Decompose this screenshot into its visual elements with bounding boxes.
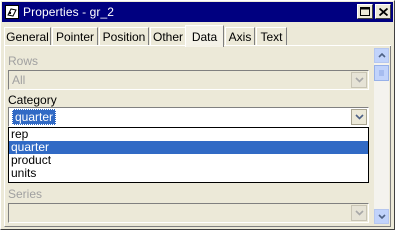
rows-dropdown-button[interactable] — [351, 72, 367, 88]
chevron-down-icon — [354, 77, 364, 83]
tab-strip: General Pointer Position Other Data Axis… — [4, 25, 390, 47]
tab-label: Text — [260, 30, 283, 44]
tab-general[interactable]: General — [4, 27, 51, 46]
tab-label: Axis — [228, 30, 252, 44]
category-value-field[interactable]: quarter — [9, 108, 350, 126]
category-options-list: rep quarter product units — [8, 127, 369, 183]
category-label: Category — [8, 93, 57, 107]
chevron-up-icon — [377, 53, 386, 58]
maximize-icon — [360, 7, 370, 16]
properties-window: Properties - gr_2 General Pointer Positi… — [0, 0, 395, 230]
rows-label: Rows — [8, 54, 39, 68]
category-dropdown[interactable]: quarter — [8, 107, 369, 127]
tab-label: Pointer — [55, 30, 95, 44]
tab-text[interactable]: Text — [256, 27, 287, 46]
category-option-quarter[interactable]: quarter — [9, 141, 368, 154]
category-dropdown-button[interactable] — [351, 109, 367, 125]
tab-other[interactable]: Other — [150, 27, 186, 46]
category-option-product[interactable]: product — [9, 154, 368, 167]
scroll-down-button[interactable] — [374, 209, 389, 224]
chevron-down-icon — [354, 114, 364, 120]
tab-label: General — [6, 30, 49, 44]
category-option-rep[interactable]: rep — [9, 128, 368, 141]
scroll-thumb[interactable] — [374, 65, 389, 81]
chevron-down-icon — [377, 214, 386, 219]
title-bar[interactable]: Properties - gr_2 — [2, 2, 393, 22]
tab-label: Other — [152, 30, 183, 44]
tab-pointer[interactable]: Pointer — [52, 27, 98, 46]
chevron-down-icon — [354, 210, 364, 216]
window-title: Properties - gr_2 — [23, 5, 115, 19]
category-option-units[interactable]: units — [9, 167, 368, 180]
series-label: Series — [8, 187, 43, 201]
series-dropdown[interactable] — [8, 203, 369, 223]
rows-value: All — [9, 71, 350, 89]
tab-data[interactable]: Data — [185, 25, 224, 47]
rows-dropdown[interactable]: All — [8, 70, 369, 90]
tab-position[interactable]: Position — [99, 27, 149, 46]
scroll-up-button[interactable] — [374, 48, 389, 63]
grip-icon — [379, 70, 384, 76]
properties-app-icon[interactable] — [5, 5, 19, 19]
tab-label: Data — [191, 29, 218, 44]
close-icon — [378, 7, 388, 16]
category-value: quarter — [12, 109, 57, 125]
series-value — [9, 204, 350, 222]
maximize-button[interactable] — [357, 4, 373, 19]
close-button[interactable] — [375, 4, 391, 19]
series-dropdown-button[interactable] — [351, 205, 367, 221]
tab-axis[interactable]: Axis — [225, 27, 255, 46]
tab-label: Position — [102, 30, 146, 44]
vertical-scrollbar[interactable] — [374, 48, 389, 224]
